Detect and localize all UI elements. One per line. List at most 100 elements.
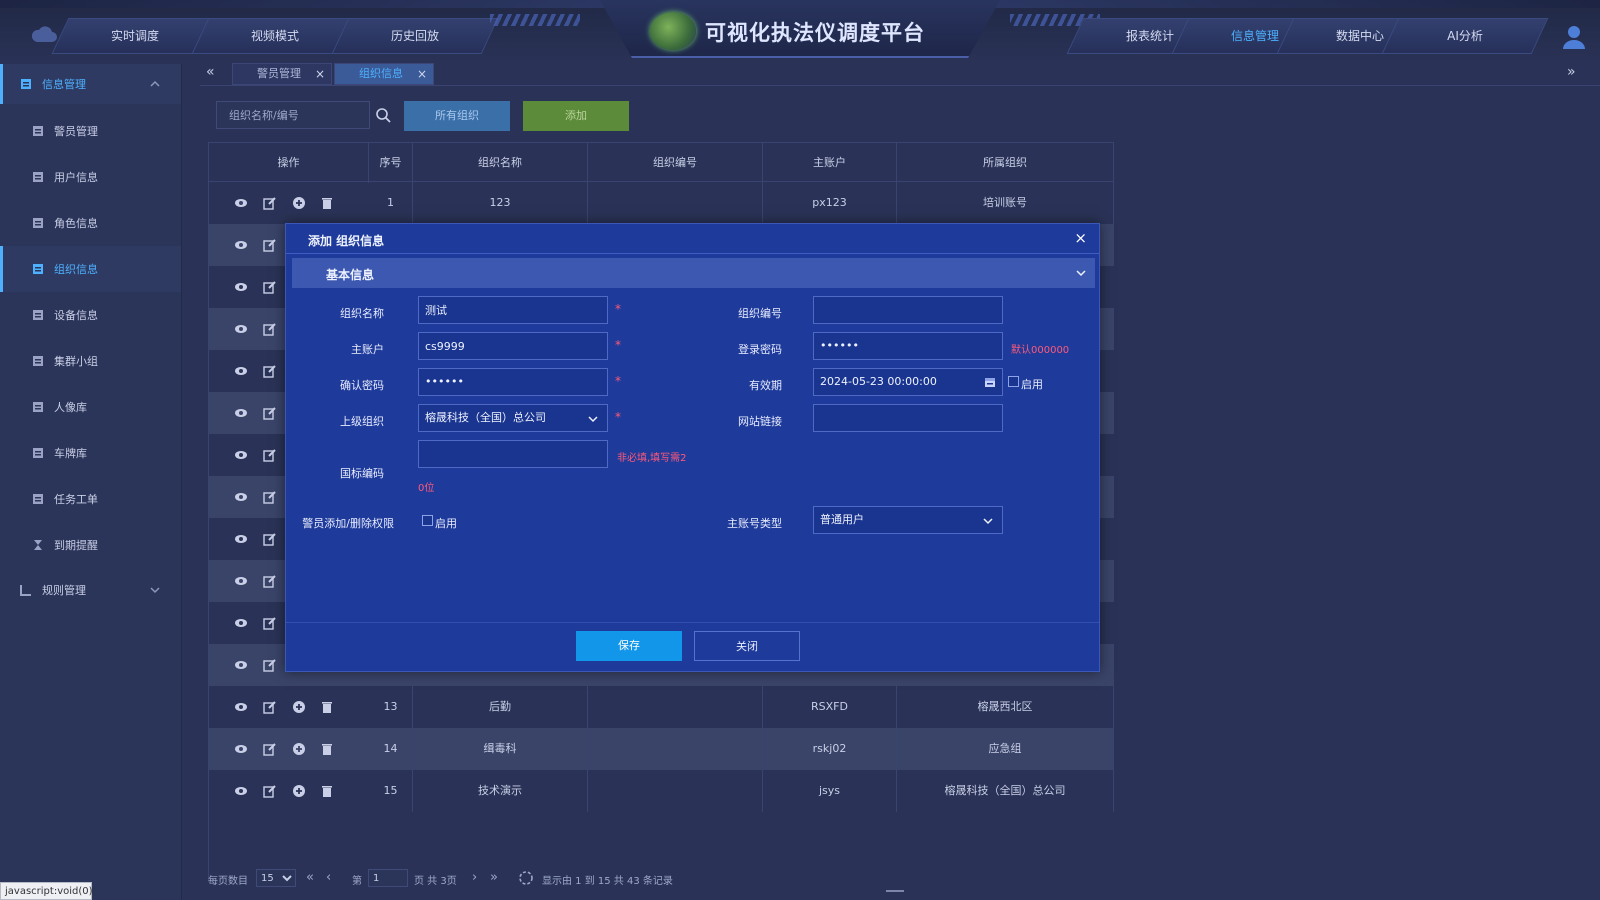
org-name-field[interactable] [418,296,608,324]
org-code-field[interactable] [813,296,1003,324]
next-page-icon[interactable]: › [472,870,477,885]
double-chevron-left-icon[interactable]: « [206,64,215,80]
edit-icon[interactable] [263,532,277,546]
edit-icon[interactable] [263,490,277,504]
national-code-field[interactable] [418,440,608,468]
close-icon[interactable]: × [417,64,427,84]
sidebar-item-face-library[interactable]: 人像库 [0,384,181,430]
validity-date-value: 2024-05-23 00:00:00 [820,375,937,388]
close-icon[interactable]: × [1074,229,1087,247]
nav-tab-history[interactable]: 历史回放 [331,18,499,54]
add-circle-icon[interactable] [292,742,306,756]
sidebar-item-users[interactable]: 用户信息 [0,154,181,200]
edit-icon[interactable] [263,784,277,798]
edit-icon[interactable] [263,364,277,378]
all-organizations-button[interactable]: 所有组织 [404,101,510,131]
document-icon [33,218,43,228]
sidebar-group-info-management[interactable]: 信息管理 [0,64,181,104]
tab-officers[interactable]: 警员管理 × [232,63,332,85]
close-icon[interactable]: × [315,64,325,84]
main-account-field[interactable] [418,332,608,360]
view-eye-icon[interactable] [234,658,248,672]
account-type-select[interactable]: 普通用户 [813,506,1003,534]
prev-page-icon[interactable]: ‹ [326,870,331,885]
edit-icon[interactable] [263,448,277,462]
double-chevron-right-icon[interactable]: » [1567,64,1576,80]
view-eye-icon[interactable] [234,448,248,462]
section-basic-info[interactable]: 基本信息 [292,258,1095,288]
sidebar-item-cluster-groups[interactable]: 集群小组 [0,338,181,384]
view-eye-icon[interactable] [234,784,248,798]
close-button[interactable]: 关闭 [694,631,800,661]
sidebar-item-expiry-reminder[interactable]: 到期提醒 [0,522,181,568]
edit-icon[interactable] [263,658,277,672]
view-eye-icon[interactable] [234,742,248,756]
edit-icon[interactable] [263,574,277,588]
trash-icon[interactable] [320,784,334,798]
sidebar-item-officers[interactable]: 警员管理 [0,108,181,154]
edit-icon[interactable] [263,196,277,210]
last-page-icon[interactable]: » [490,870,498,885]
column-header: 序号 [369,143,413,183]
edit-icon[interactable] [263,700,277,714]
website-field[interactable] [813,404,1003,432]
page-prefix: 第 [352,876,362,887]
view-eye-icon[interactable] [234,490,248,504]
save-button[interactable]: 保存 [576,631,682,661]
record-summary: 显示由 1 到 15 共 43 条记录 [542,876,673,887]
dialog-header: 添加 组织信息 × [286,224,1099,254]
view-eye-icon[interactable] [234,322,248,336]
validity-date-field[interactable]: 2024-05-23 00:00:00 [813,368,1003,396]
view-eye-icon[interactable] [234,238,248,252]
sidebar: 信息管理 警员管理 用户信息 角色信息 组织信息 设备信息 集群小组 人像库 车… [0,64,182,900]
tab-organizations[interactable]: 组织信息 × [334,63,434,85]
validity-enable-checkbox[interactable] [1008,376,1019,387]
trash-icon[interactable] [320,742,334,756]
calendar-icon[interactable] [984,376,996,388]
nav-tab-ai-analysis[interactable]: AI分析 [1381,18,1549,54]
edit-icon[interactable] [263,322,277,336]
national-code-hint-cont: 0位 [418,483,435,494]
add-circle-icon[interactable] [292,784,306,798]
sidebar-group-rules[interactable]: 规则管理 [0,570,181,610]
page-number-input[interactable] [368,869,408,887]
login-password-field[interactable]: •••••• [813,332,1003,360]
sidebar-item-label: 车牌库 [54,447,87,460]
view-eye-icon[interactable] [234,406,248,420]
view-eye-icon[interactable] [234,196,248,210]
required-mark: * [615,302,621,316]
parent-org-select[interactable]: 榕晟科技（全国）总公司 [418,404,608,432]
add-circle-icon[interactable] [292,700,306,714]
resize-handle[interactable] [886,890,904,892]
sidebar-item-organizations[interactable]: 组织信息 [0,246,181,292]
parent-org-cell: 榕晟西北区 [897,686,1114,728]
edit-icon[interactable] [263,238,277,252]
sidebar-item-work-orders[interactable]: 任务工单 [0,476,181,522]
trash-icon[interactable] [320,700,334,714]
officer-permission-checkbox[interactable] [422,515,433,526]
cloud-icon[interactable] [30,24,58,44]
view-eye-icon[interactable] [234,280,248,294]
view-eye-icon[interactable] [234,616,248,630]
refresh-icon[interactable] [518,870,534,886]
per-page-select[interactable]: 15 [256,869,296,887]
trash-icon[interactable] [320,196,334,210]
view-eye-icon[interactable] [234,574,248,588]
account-type-value: 普通用户 [820,513,864,526]
search-icon[interactable] [372,101,394,129]
add-button[interactable]: 添加 [523,101,629,131]
user-avatar-icon[interactable] [1562,24,1586,50]
sidebar-item-devices[interactable]: 设备信息 [0,292,181,338]
sidebar-item-plate-library[interactable]: 车牌库 [0,430,181,476]
search-input[interactable] [216,101,370,129]
sidebar-item-roles[interactable]: 角色信息 [0,200,181,246]
edit-icon[interactable] [263,742,277,756]
first-page-icon[interactable]: « [306,870,314,885]
add-circle-icon[interactable] [292,196,306,210]
view-eye-icon[interactable] [234,364,248,378]
edit-icon[interactable] [263,280,277,294]
confirm-password-field[interactable]: •••••• [418,368,608,396]
view-eye-icon[interactable] [234,532,248,546]
edit-icon[interactable] [263,616,277,630]
view-eye-icon[interactable] [234,700,248,714]
